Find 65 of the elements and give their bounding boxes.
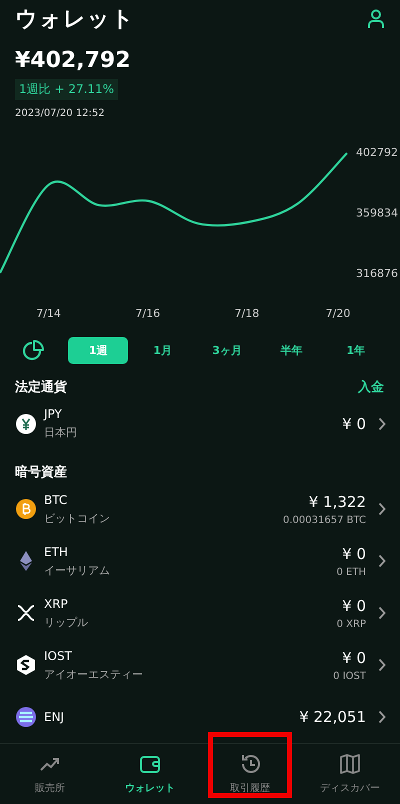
asset-value: ¥ 0	[342, 544, 366, 562]
nav-tab[interactable]: 取引履歴	[200, 744, 300, 804]
asset-symbol: BTC	[44, 492, 68, 506]
nav-tab[interactable]: ウォレット	[100, 744, 200, 804]
page-title: ウォレット	[15, 6, 135, 34]
asset-name: アイオーエスティー	[44, 666, 144, 682]
asset-row[interactable]: ENJ ¥ 22,051	[0, 691, 400, 743]
chevron-icon	[378, 502, 386, 516]
asset-quantity: 0 XRP	[336, 618, 366, 630]
asset-row[interactable]: JPY 日本円 ¥ 0	[0, 398, 400, 450]
asset-row[interactable]: IOST アイオーエスティー ¥ 0 0 IOST	[0, 639, 400, 691]
asset-symbol: XRP	[44, 596, 69, 610]
x-axis-label: 7/14	[36, 307, 61, 320]
x-axis-label: 7/16	[135, 307, 160, 320]
coin-icon	[16, 655, 36, 675]
balance-amount: ¥402,792	[15, 48, 132, 73]
chevron-icon	[378, 416, 386, 430]
coin-icon	[16, 707, 36, 727]
period-tab[interactable]: 半年	[261, 337, 322, 364]
asset-name: 日本円	[44, 425, 78, 440]
asset-symbol: JPY	[44, 407, 63, 421]
chevron-icon	[378, 554, 386, 568]
y-axis-label: 402792	[356, 146, 398, 159]
timestamp: 2023/07/20 12:52	[15, 108, 106, 119]
asset-value: ¥ 0	[342, 414, 366, 432]
history-icon	[239, 753, 261, 775]
asset-name: ビットコイン	[44, 510, 111, 526]
asset-row[interactable]: BTC ビットコイン ¥ 1,322 0.00031657 BTC	[0, 483, 400, 535]
wallet-icon	[139, 753, 161, 775]
asset-quantity: 0.00031657 BTC	[283, 514, 366, 526]
coin-icon	[16, 603, 36, 623]
x-axis-label: 7/18	[234, 307, 260, 320]
asset-symbol: IOST	[44, 648, 73, 662]
deposit-link[interactable]: 入金	[358, 378, 384, 396]
y-axis-label: 359834	[356, 206, 398, 220]
section-heading: 法定通貨	[15, 378, 67, 396]
asset-quantity: 0 IOST	[333, 670, 366, 682]
section-heading: 暗号資産	[15, 464, 67, 482]
asset-quantity: 0 ETH	[336, 566, 366, 578]
asset-name: イーサリアム	[44, 562, 111, 578]
asset-value: ¥ 0	[342, 596, 366, 614]
asset-row[interactable]: ETH イーサリアム ¥ 0 0 ETH	[0, 535, 400, 587]
coin-icon	[16, 414, 36, 434]
chevron-icon	[378, 606, 386, 620]
coin-icon	[16, 499, 36, 519]
x-axis-label: 7/20	[326, 307, 350, 320]
asset-symbol: ETH	[44, 544, 69, 558]
asset-value: ¥ 22,051	[299, 708, 366, 726]
change-badge: 1週比 + 27.11%	[15, 79, 118, 100]
period-tab[interactable]: 1月	[132, 337, 193, 364]
asset-row[interactable]: XRP リップル ¥ 0 0 XRP	[0, 587, 400, 639]
asset-name: リップル	[44, 614, 89, 630]
asset-value: ¥ 0	[342, 648, 366, 666]
map-icon	[339, 753, 361, 775]
pie-chart-icon[interactable]	[22, 340, 44, 362]
chevron-icon	[378, 658, 386, 672]
period-tab[interactable]: 3ヶ月	[196, 337, 258, 364]
nav-tab[interactable]: ディスカバー	[300, 744, 400, 804]
asset-value: ¥ 1,322	[308, 492, 366, 510]
asset-symbol: ENJ	[44, 710, 66, 724]
y-axis-label: 316876	[356, 267, 398, 280]
period-tab[interactable]: 1年	[326, 337, 386, 364]
nav-tab[interactable]: 販売所	[0, 744, 100, 804]
chevron-icon	[378, 710, 386, 724]
person-icon[interactable]	[368, 9, 384, 29]
